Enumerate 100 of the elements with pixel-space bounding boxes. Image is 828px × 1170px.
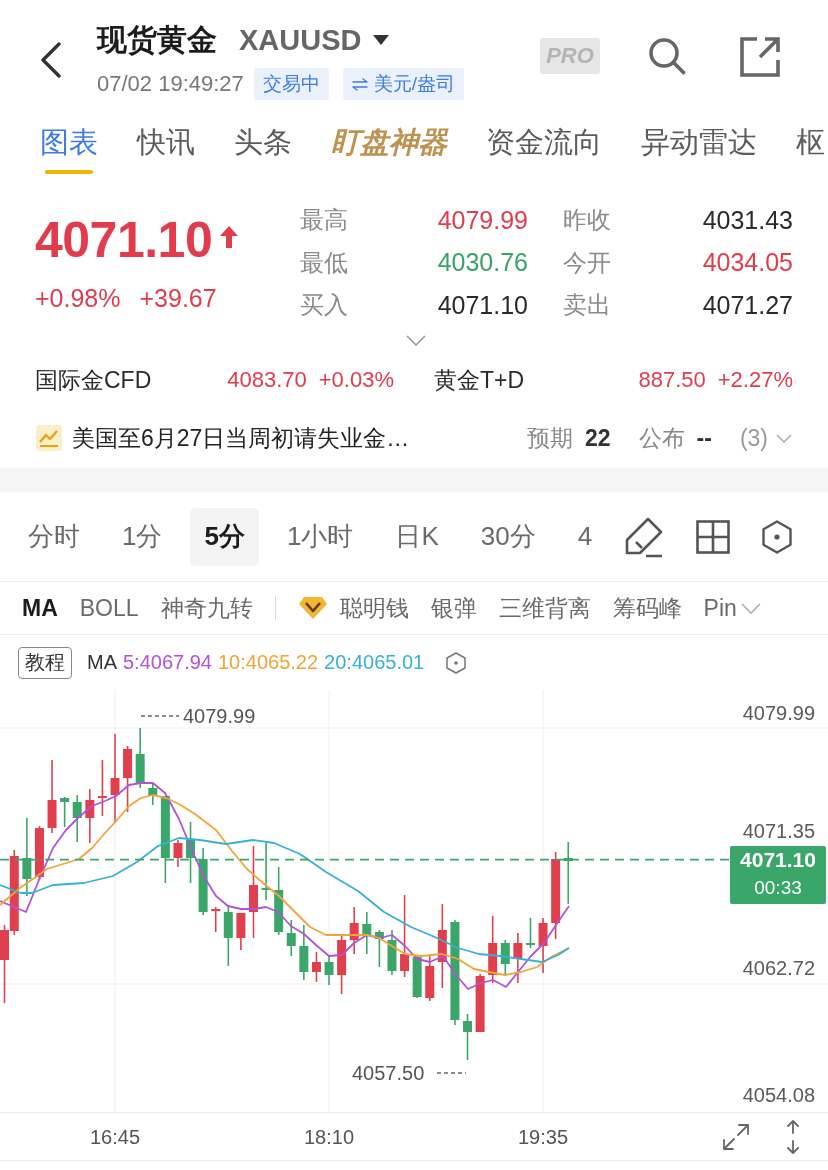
up-candle (425, 954, 435, 1002)
stat-value: 4071.10 (437, 290, 528, 320)
down-candle (463, 1013, 472, 1061)
search-icon[interactable] (648, 37, 686, 75)
ma-value: 20:4065.01 (324, 651, 425, 674)
indicator-tab[interactable]: 神奇九转 (160, 593, 253, 623)
expand-chevron-icon[interactable] (406, 334, 426, 346)
share-icon[interactable] (740, 37, 780, 77)
exchange-icon (351, 77, 368, 91)
up-candle (488, 915, 498, 984)
down-candle (286, 919, 296, 957)
price-axis-label: 4062.72 (742, 956, 815, 980)
grid-layout-icon[interactable] (696, 519, 730, 554)
instrument-title: 现货黄金 (97, 22, 217, 58)
up-candle (475, 973, 485, 1033)
stat-value: 4079.99 (437, 205, 528, 235)
period-tab[interactable]: 1分 (108, 507, 177, 566)
price-tag-value: 4071.10 (740, 847, 816, 873)
expected-label: 预期 (526, 423, 573, 453)
down-candle (186, 821, 196, 884)
up-candle (85, 788, 95, 844)
content-tab[interactable]: 资金流向 (486, 112, 602, 176)
hexagon-icon[interactable] (762, 519, 792, 554)
up-candle (349, 906, 359, 955)
low-price-marker: 4057.50 (352, 1061, 425, 1085)
quote-time: 07/02 19:49:27 (97, 70, 244, 98)
time-axis-label: 18:10 (303, 1125, 355, 1149)
indicator-tab[interactable]: 筹码峰 (612, 593, 682, 623)
tutorial-button[interactable]: 教程 (18, 646, 72, 679)
stat-value: 4071.27 (702, 290, 793, 320)
vertical-arrows-icon[interactable] (786, 1119, 800, 1154)
trading-status-badge: 交易中 (253, 68, 329, 100)
high-leader-line (140, 715, 180, 717)
indicator-tab[interactable]: 银弹 (430, 593, 477, 623)
caret-down-icon (373, 35, 390, 45)
currency-unit-button[interactable]: 美元/盎司 (342, 68, 465, 100)
content-tab[interactable]: 盯盘神器 (331, 112, 447, 176)
down-candle (60, 796, 70, 828)
down-candle (412, 954, 422, 999)
up-candle (211, 906, 221, 933)
related-change: +0.03% (318, 367, 394, 393)
hexagon-icon[interactable] (446, 651, 467, 674)
related-instrument-name[interactable]: 黄金T+D (434, 364, 525, 396)
indicator-tab[interactable]: 聪明钱 (297, 593, 409, 623)
down-candle (500, 939, 510, 976)
indicator-tab[interactable]: 三维背离 (498, 593, 591, 623)
time-axis-label: 19:35 (517, 1125, 569, 1149)
down-candle (135, 727, 145, 789)
up-candle (337, 934, 347, 995)
period-tab[interactable]: 4 (563, 507, 607, 566)
content-tab[interactable]: 异动雷达 (641, 112, 757, 176)
indicator-tab[interactable]: Pin (703, 593, 737, 623)
down-candle (148, 782, 158, 806)
indicator-tab[interactable]: MA (22, 593, 58, 623)
price-axis-label: 4079.99 (742, 701, 815, 725)
symbol-dropdown[interactable]: XAUUSD (239, 22, 390, 58)
content-tab[interactable]: 图表 (40, 112, 98, 176)
period-tab[interactable]: 30分 (466, 507, 550, 566)
ma-label: MA (87, 651, 117, 674)
period-tab[interactable]: 分时 (14, 507, 94, 566)
time-axis-label: 16:45 (89, 1125, 141, 1149)
stat-label: 卖出 (562, 290, 612, 321)
change-amount: +39.67 (139, 283, 217, 313)
up-candle (123, 745, 133, 813)
period-tab[interactable]: 5分 (190, 507, 259, 566)
related-instrument-name[interactable]: 国际金CFD (35, 364, 152, 396)
economic-event-title[interactable]: 美国至6月27日当周初请失业金… (72, 422, 410, 454)
content-tab[interactable]: 头条 (234, 112, 292, 176)
price-axis-label: 4054.08 (742, 1083, 815, 1107)
ma-value: 10:4065.22 (218, 651, 319, 674)
expand-icon[interactable] (722, 1122, 750, 1151)
stat-label: 昨收 (562, 205, 612, 236)
stat-label: 今开 (562, 247, 612, 278)
back-icon[interactable] (40, 42, 62, 78)
stat-label: 最高 (300, 205, 349, 236)
related-change: +2.27% (717, 367, 793, 393)
down-candle (374, 929, 384, 968)
trend-chart-icon (36, 425, 62, 451)
stat-label: 最低 (300, 247, 349, 278)
period-tab[interactable]: 日K (381, 507, 453, 566)
content-tab[interactable]: 枢 (796, 112, 825, 176)
stat-value: 4030.76 (437, 248, 528, 278)
indicator-tab[interactable]: BOLL (79, 593, 139, 623)
event-count: (3) (739, 424, 768, 452)
down-candle (274, 866, 284, 936)
countdown-timer: 00:33 (754, 876, 802, 900)
pencil-icon[interactable] (624, 515, 664, 558)
down-candle (525, 917, 535, 949)
down-candle (223, 904, 233, 967)
content-tab[interactable]: 快讯 (137, 112, 195, 176)
down-candle (362, 911, 372, 955)
high-price-marker: 4079.99 (183, 704, 256, 728)
down-candle (387, 929, 397, 976)
price-axis-label: 4071.35 (742, 819, 815, 843)
expected-value: 22 (584, 424, 611, 452)
period-tab[interactable]: 1小时 (272, 507, 368, 566)
ma-value: 5:4067.94 (123, 651, 212, 674)
down-candle (72, 794, 82, 843)
related-price: 887.50 (638, 367, 706, 393)
up-candle (97, 759, 107, 817)
